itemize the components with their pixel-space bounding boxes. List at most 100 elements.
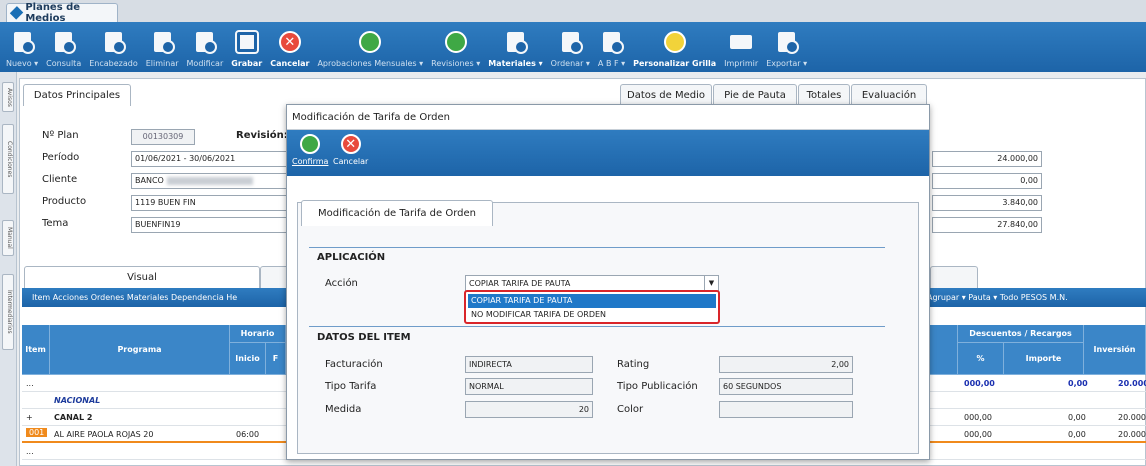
option-no-modificar[interactable]: NO MODIFICAR TARIFA DE ORDEN	[468, 308, 716, 322]
cell-inv: 20.000,0	[1118, 413, 1146, 422]
option-copiar-tarifa[interactable]: COPIAR TARIFA DE PAUTA	[468, 294, 716, 308]
tab-totales[interactable]: Totales	[798, 84, 850, 106]
toolbar-button-4[interactable]: Modificar	[183, 22, 228, 72]
cell-imp: 0,00	[1068, 413, 1086, 422]
rating-field[interactable]: 2,00	[719, 356, 853, 373]
side-tab-condiciones[interactable]: Condiciones	[2, 124, 14, 194]
medida-field[interactable]: 20	[465, 401, 593, 418]
col-inversion[interactable]: Inversión	[1084, 325, 1146, 375]
cell-c1: 000,00	[964, 413, 992, 422]
confirm-label: Confirma	[292, 157, 329, 166]
cell-programa: NACIONAL	[54, 396, 101, 405]
toolbar-button-5[interactable]: Grabar	[227, 22, 266, 72]
tab-pie-de-pauta[interactable]: Pie de Pauta	[713, 84, 797, 106]
side-tab-avisos[interactable]: Avisos	[2, 82, 14, 112]
facturacion-field[interactable]: INDIRECTA	[465, 356, 593, 373]
col-horario[interactable]: Horario	[230, 325, 286, 343]
toolbar-button-6[interactable]: ✕ Cancelar	[266, 22, 313, 72]
chevron-down-icon[interactable]: ▼	[704, 276, 718, 291]
tipo-tarifa-field[interactable]: NORMAL	[465, 378, 593, 395]
toolbar-label: Nuevo ▾	[6, 59, 39, 68]
toolbar-label: A B F ▾	[597, 59, 626, 68]
cancel-button[interactable]: ✕ Cancelar	[333, 134, 368, 166]
tema-field[interactable]: BUENFIN19	[131, 217, 291, 233]
col-importe[interactable]: Importe	[1004, 343, 1084, 375]
tab-evaluacion[interactable]: Evaluación	[851, 84, 927, 106]
cell-c1: 000,00	[964, 379, 995, 388]
accion-dropdown-list: COPIAR TARIFA DE PAUTA NO MODIFICAR TARI…	[464, 290, 720, 324]
toolbar-label: Materiales ▾	[488, 59, 543, 68]
tipo-publicacion-field[interactable]: 60 SEGUNDOS	[719, 378, 853, 395]
accion-value: COPIAR TARIFA DE PAUTA	[469, 279, 571, 288]
toolbar-button-9[interactable]: Materiales ▾	[484, 22, 546, 72]
total-field: 3.840,00	[932, 195, 1042, 211]
toolbar-label: Personalizar Grilla	[633, 59, 717, 68]
col-f[interactable]: F	[266, 343, 286, 375]
main-toolbar: Nuevo ▾ Consulta Encabezado Eliminar Modific…	[0, 22, 1146, 72]
tab-modificacion-tarifa[interactable]: Modificación de Tarifa de Orden	[301, 200, 493, 226]
toolbar-button-10[interactable]: Ordenar ▾	[547, 22, 594, 72]
medida-label: Medida	[325, 404, 362, 415]
toolbar-button-14[interactable]: Exportar ▾	[762, 22, 811, 72]
toolbar-label: Revisiones ▾	[431, 59, 481, 68]
toolbar-label: Eliminar	[145, 59, 179, 68]
col-item[interactable]: Item	[22, 325, 50, 375]
toolbar-button-13[interactable]: Imprimir	[720, 22, 762, 72]
producto-field[interactable]: 1119 BUEN FIN	[131, 195, 291, 211]
periodo-field[interactable]: 01/06/2021 - 30/06/2021	[131, 151, 291, 167]
review-icon	[444, 31, 467, 53]
grid-menu-left[interactable]: Item Acciones Ordenes Materiales Depende…	[32, 293, 237, 302]
toolbar-label: Cancelar	[270, 59, 310, 68]
side-tab-strip: Avisos Condiciones Manual Intermediarios	[0, 72, 17, 466]
tipo-publicacion-label: Tipo Publicación	[617, 381, 698, 392]
toolbar-button-0[interactable]: Nuevo ▾	[2, 22, 42, 72]
toolbar-button-8[interactable]: Revisiones ▾	[427, 22, 484, 72]
toolbar-button-12[interactable]: Personalizar Grilla	[629, 22, 720, 72]
col-inicio[interactable]: Inicio	[230, 343, 266, 375]
toolbar-label: Modificar	[186, 59, 224, 68]
toolbar-button-2[interactable]: Encabezado	[85, 22, 142, 72]
col-monto[interactable]	[930, 325, 958, 375]
total-field: 24.000,00	[932, 151, 1042, 167]
cell-item: ...	[26, 447, 34, 456]
tab-visual[interactable]: Visual	[24, 266, 260, 288]
cliente-field[interactable]: BANCO	[131, 173, 291, 189]
app-tab-bar	[0, 0, 1146, 22]
cancel-label: Cancelar	[333, 157, 369, 166]
printer-icon	[730, 31, 753, 53]
tab-datos-de-medio[interactable]: Datos de Medio	[620, 84, 712, 106]
cell-imp: 0,00	[1068, 379, 1088, 388]
approve-icon	[359, 31, 382, 53]
app-tab-planes-de-medios[interactable]: Planes de Medios	[6, 2, 118, 24]
cell-inicio: 06:00	[236, 430, 260, 439]
cell-c1: 000,00	[964, 430, 992, 439]
tab-grid-3[interactable]	[930, 266, 978, 288]
cell-inv: 20.000,0	[1118, 379, 1146, 388]
confirm-button[interactable]: Confirma	[292, 134, 328, 166]
nplan-field[interactable]: 00130309	[131, 129, 195, 145]
cancel-icon: ✕	[278, 31, 301, 53]
section-divider	[309, 326, 885, 327]
toolbar-button-7[interactable]: Aprobaciones Mensuales ▾	[313, 22, 427, 72]
cancel-icon: ✕	[340, 134, 361, 154]
side-tab-manual[interactable]: Manual	[2, 220, 14, 256]
col-programa[interactable]: Programa	[50, 325, 230, 375]
grid-menu-right[interactable]: Agrupar ▾ Pauta ▾ Todo PESOS M.N.	[927, 293, 1068, 302]
toolbar-button-11[interactable]: A B F ▾	[594, 22, 629, 72]
toolbar-button-1[interactable]: Consulta	[42, 22, 85, 72]
section-datos-item: DATOS DEL ITEM	[317, 332, 411, 343]
materials-icon	[504, 31, 528, 54]
side-tab-intermediarios[interactable]: Intermediarios	[2, 274, 14, 350]
modal-title: Modificación de Tarifa de Orden	[287, 105, 929, 130]
total-field: 0,00	[932, 173, 1042, 189]
confirm-icon	[300, 134, 321, 154]
nplan-label: Nº Plan	[42, 130, 79, 141]
app-logo-icon	[9, 6, 24, 20]
toolbar-button-3[interactable]: Eliminar	[142, 22, 183, 72]
tab-datos-principales[interactable]: Datos Principales	[23, 84, 131, 106]
revision-label: Revisión:	[236, 130, 288, 141]
tema-label: Tema	[42, 218, 69, 229]
col-pct[interactable]: %	[958, 343, 1004, 375]
color-field[interactable]	[719, 401, 853, 418]
col-descuentos[interactable]: Descuentos / Recargos	[958, 325, 1084, 343]
